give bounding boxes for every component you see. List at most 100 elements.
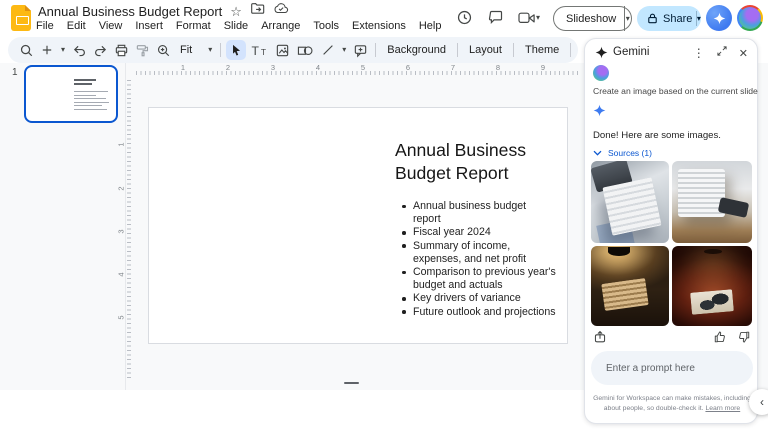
slide-thumbnail[interactable] [24,65,118,123]
divider [570,43,571,57]
redo-icon[interactable] [90,40,110,60]
document-title[interactable]: Annual Business Budget Report [38,4,222,19]
chevron-left-icon: ‹ [760,395,764,409]
zoom-in-icon[interactable] [153,40,173,60]
gemini-logo-icon [595,46,608,64]
google-slides-app: Annual Business Budget Report ☆ File Edi… [0,0,768,432]
gemini-prompt-input[interactable]: Enter a prompt here [591,351,753,385]
menu-edit[interactable]: Edit [67,20,86,32]
generated-image-4[interactable] [672,246,752,326]
chevron-down-icon [593,150,602,156]
version-history-icon[interactable] [454,7,474,27]
menu-tools[interactable]: Tools [313,20,339,32]
panel-more-icon[interactable]: ⋮ [693,46,705,60]
new-slide-icon[interactable] [37,40,57,60]
slideshow-button[interactable]: Slideshow ▾ [553,6,632,31]
comments-icon[interactable] [486,7,506,27]
thumb-bullet-line [74,105,102,106]
new-slide-caret-icon[interactable]: ▾ [61,46,65,54]
lock-icon [637,12,659,25]
account-avatar[interactable] [737,5,763,31]
undo-icon[interactable] [69,40,89,60]
menu-slide[interactable]: Slide [224,20,248,32]
bullet-item: Annual business budgetreport [400,200,558,226]
bullet-item: Comparison to previous year'sbudget and … [400,266,558,292]
thumbs-down-icon[interactable] [737,330,751,349]
cloud-saved-icon[interactable] [273,2,289,20]
thumbs-up-icon[interactable] [713,330,727,349]
search-menus-icon[interactable] [16,40,36,60]
divider [220,43,221,57]
thumb-title-line [74,83,92,85]
zoom-fit-label[interactable]: Fit [174,44,198,56]
sources-toggle[interactable]: Sources (1) [593,148,652,158]
menu-file[interactable]: File [36,20,54,32]
expand-panel-icon[interactable] [716,44,728,62]
slide-canvas[interactable]: Annual Business Budget Report Annual bus… [148,107,568,344]
meet-camera-icon[interactable]: ▾ [514,8,544,28]
insert-image-icon[interactable] [272,40,292,60]
thumb-bullet-line [74,95,96,96]
top-bar: Annual Business Budget Report ☆ File Edi… [0,0,768,36]
thumb-title-line [74,79,96,81]
bullet-item: Fiscal year 2024 [400,226,558,239]
line-caret-icon[interactable]: ▾ [342,46,346,54]
svg-text:T: T [261,47,266,57]
paint-format-icon[interactable] [132,40,152,60]
gemini-response-spark-icon [593,104,606,122]
user-prompt-message: Create an image based on the current sli… [593,86,758,96]
generated-image-1[interactable] [591,161,669,243]
horizontal-ruler: 1 2 3 4 5 6 7 8 9 [128,63,580,76]
generated-image-3[interactable] [591,246,669,326]
menu-format[interactable]: Format [176,20,211,32]
slide-title[interactable]: Annual Business Budget Report [395,139,526,185]
menu-insert[interactable]: Insert [135,20,163,32]
layout-button[interactable]: Layout [463,44,508,56]
share-label: Share [659,13,696,25]
svg-text:T: T [251,44,259,58]
slideshow-caret-icon[interactable]: ▾ [625,15,631,23]
generated-image-2[interactable] [672,161,752,243]
divider [375,43,376,57]
divider [457,43,458,57]
close-panel-icon[interactable]: ✕ [739,47,748,60]
gemini-spark-icon [713,12,726,25]
menu-extensions[interactable]: Extensions [352,20,406,32]
slides-app-icon[interactable] [11,5,31,31]
share-caret-icon[interactable]: ▾ [697,15,701,23]
notes-resize-handle[interactable] [344,382,359,384]
share-button[interactable]: Share ▾ [637,6,701,31]
theme-button[interactable]: Theme [519,44,565,56]
bullet-item: Future outlook and projections [400,306,558,319]
move-folder-icon[interactable] [250,1,265,21]
menu-view[interactable]: View [99,20,123,32]
thumb-bullet-line [74,109,107,110]
slide-body-text[interactable]: Annual business budgetreport Fiscal year… [400,200,558,319]
select-tool-icon[interactable] [226,40,246,60]
ruler-ticks [136,71,580,75]
vertical-ruler: 1 2 3 4 5 [119,80,132,380]
insert-line-icon[interactable] [318,40,338,60]
print-icon[interactable] [111,40,131,60]
gemini-panel-title: Gemini [613,46,649,58]
learn-more-link[interactable]: Learn more [705,405,740,412]
insert-shape-icon[interactable] [293,40,317,60]
menu-bar: File Edit View Insert Format Slide Arran… [36,20,441,32]
gemini-button[interactable] [706,5,732,31]
fit-caret-icon[interactable]: ▾ [208,46,212,54]
slideshow-label: Slideshow [554,13,624,25]
response-actions [593,330,751,346]
prompt-placeholder: Enter a prompt here [606,363,695,374]
generated-images-grid [591,161,753,326]
background-button[interactable]: Background [381,44,452,56]
menu-help[interactable]: Help [419,20,442,32]
collapse-side-panel-button[interactable]: ‹ [749,389,768,415]
insert-image-action-icon[interactable] [593,330,607,349]
bullet-item: Key drivers of variance [400,292,558,305]
menu-arrange[interactable]: Arrange [261,20,300,32]
title-row: Annual Business Budget Report ☆ [38,3,289,19]
insert-comment-icon[interactable] [350,40,370,60]
star-icon[interactable]: ☆ [230,5,242,18]
thumb-bullet-line [74,91,108,92]
text-box-icon[interactable]: TT [247,40,271,60]
